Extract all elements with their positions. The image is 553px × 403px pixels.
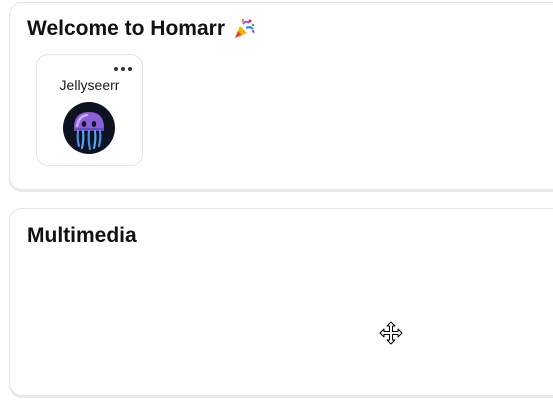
category-welcome: Welcome to Homarr Jellyseerr (9, 2, 553, 190)
category-title-text: Multimedia (27, 224, 137, 247)
category-multimedia: Multimedia (9, 208, 553, 396)
party-popper-icon (233, 18, 255, 40)
jellyseerr-logo-icon (63, 102, 115, 154)
app-tile-jellyseerr[interactable]: Jellyseerr (36, 54, 143, 166)
category-title-welcome: Welcome to Homarr (27, 17, 255, 41)
move-cursor-icon (379, 321, 403, 345)
category-title-text: Welcome to Homarr (27, 17, 225, 40)
app-name: Jellyseerr (59, 77, 120, 93)
more-options-icon[interactable] (114, 65, 132, 73)
category-title-multimedia: Multimedia (27, 224, 137, 248)
